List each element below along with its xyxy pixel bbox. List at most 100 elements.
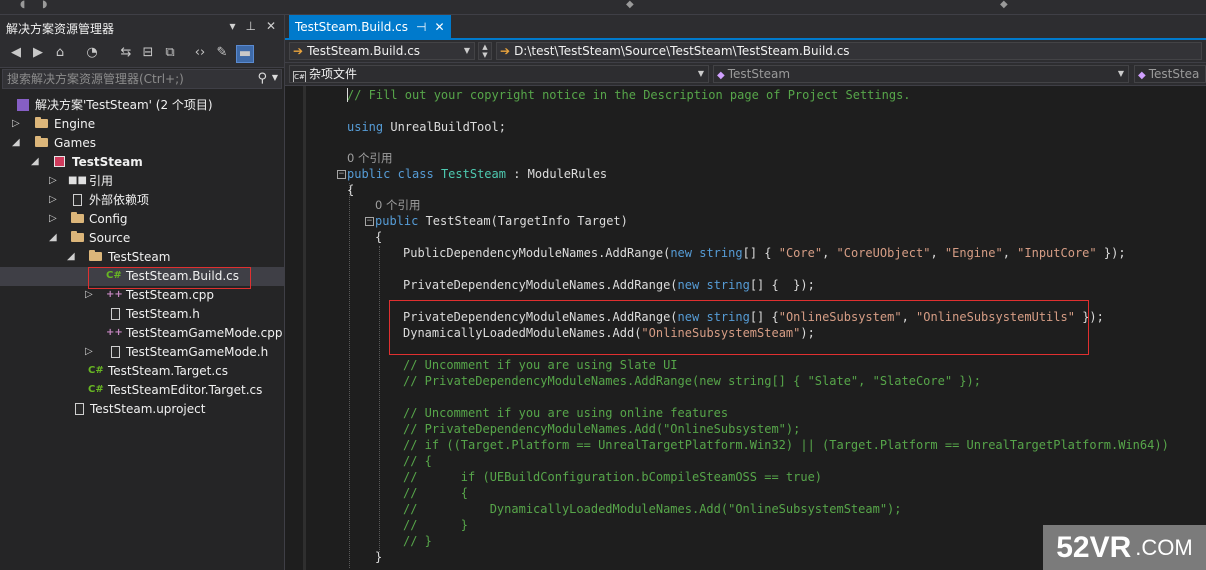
header-file-icon [108, 345, 123, 359]
close-icon[interactable]: ✕ [266, 19, 276, 35]
expand-icon[interactable]: ▷ [85, 345, 95, 359]
code-view-icon[interactable]: ‹› [192, 45, 208, 61]
toolbar-icon[interactable]: ◆ [626, 0, 640, 10]
tree-item-label: Games [54, 136, 96, 150]
change-indicator [303, 86, 306, 570]
chevron-down-icon: ▼ [1117, 69, 1124, 78]
tree-item-games[interactable]: ◢ Games [0, 134, 284, 153]
file-icon [72, 402, 87, 416]
expand-icon[interactable]: ▷ [12, 117, 22, 131]
header-file-icon [108, 307, 123, 321]
watermark: 52VR .COM [1043, 525, 1206, 570]
updown-spinner[interactable]: ▲ ▼ [478, 42, 492, 60]
tree-item-label: 外部依赖项 [89, 193, 150, 207]
navigation-bar: ➔ TestSteam.Build.cs ▼ ▲ ▼ ➔ D:\test\TestSt… [285, 40, 1206, 63]
class-combo-value: TestSteam [727, 67, 791, 81]
tree-item-solution[interactable]: 解决方案'TestSteam' (2 个项目) [0, 96, 284, 115]
search-icon[interactable]: ⚲ [257, 71, 267, 86]
tree-item-label: Config [89, 212, 128, 226]
solution-search-box: ⚲ ▼ [2, 69, 282, 89]
folder-icon [88, 250, 103, 264]
watermark-text: .COM [1135, 534, 1193, 560]
expand-icon[interactable]: ▷ [49, 193, 59, 207]
expand-icon[interactable]: ▷ [85, 288, 95, 302]
folder-icon [34, 136, 49, 150]
collapse-icon[interactable]: ◢ [67, 250, 77, 264]
collapse-all-icon[interactable]: ⊟ [140, 45, 156, 61]
text-cursor [347, 88, 348, 102]
expand-icon[interactable]: ▷ [49, 174, 59, 188]
history-icon[interactable]: ◔ [84, 45, 100, 61]
back-icon[interactable]: ◖ [20, 0, 34, 10]
tree-item-gamemode-cpp[interactable]: ++ TestSteamGameMode.cpp [0, 324, 284, 343]
tree-item-config[interactable]: ▷ Config [0, 210, 284, 229]
tree-item-label: TestSteamGameMode.h [126, 345, 269, 359]
forward-icon[interactable]: ◗ [42, 0, 56, 10]
collapse-icon[interactable]: ◢ [31, 155, 41, 169]
arrow-right-icon: ➔ [500, 44, 511, 58]
tree-item-source[interactable]: ◢ Source [0, 229, 284, 248]
home-icon[interactable]: ⌂ [52, 45, 68, 61]
close-icon[interactable]: ✕ [434, 20, 444, 34]
chevron-down-icon[interactable]: ▼ [272, 73, 278, 82]
tab-label: TestSteam.Build.cs [295, 19, 408, 34]
tree-item-label: TestSteamEditor.Target.cs [108, 383, 263, 397]
path-combo-value: D:\test\TestSteam\Source\TestSteam\TestS… [514, 44, 850, 58]
expand-icon[interactable]: ▷ [49, 212, 59, 226]
tree-item-engine[interactable]: ▷ Engine [0, 115, 284, 134]
member-bar: C# 杂项文件 ▼ ◆ TestSteam ▼ ◆ TestStea [285, 63, 1206, 86]
folder-icon [70, 212, 85, 226]
pin-icon[interactable]: ⊥ [245, 19, 255, 35]
external-deps-icon [70, 193, 85, 207]
forward-icon[interactable]: ▶ [30, 45, 46, 61]
class-combo[interactable]: ◆ TestSteam ▼ [713, 65, 1129, 83]
tree-item-teststeam-h[interactable]: TestSteam.h [0, 305, 284, 324]
file-combo-value: TestSteam.Build.cs [307, 44, 421, 58]
tree-item-target-cs[interactable]: C# TestSteam.Target.cs [0, 362, 284, 381]
project-icon [52, 155, 67, 169]
tree-item-label: TestSteam.h [126, 307, 200, 321]
tree-item-label: TestSteam [108, 250, 171, 264]
tree-item-references[interactable]: ▷ ■■ 引用 [0, 172, 284, 191]
tree-item-gamemode-h[interactable]: ▷ TestSteamGameMode.h [0, 343, 284, 362]
preview-icon[interactable]: ▬ [236, 45, 254, 63]
chevron-down-icon: ▼ [463, 46, 470, 55]
path-combo[interactable]: ➔ D:\test\TestSteam\Source\TestSteam\Test… [496, 42, 1202, 60]
solution-explorer-toolbar: ◀ ▶ ⌂ ◔ ⇆ ⊟ ⧉ ‹› ✎ ▬ [0, 39, 284, 68]
collapse-icon[interactable]: ◢ [49, 231, 59, 245]
tree-item-label: Source [89, 231, 131, 245]
csharp-file-icon: C# [88, 365, 104, 376]
tree-item-label: TestSteam [72, 155, 143, 169]
highlight-box [88, 267, 251, 289]
toolbar-icon[interactable]: ◆ [1000, 0, 1014, 10]
watermark-text: 52VR [1056, 530, 1132, 564]
tree-item-project-teststeam[interactable]: ◢ TestSteam [0, 153, 284, 172]
solution-icon [15, 98, 30, 112]
dropdown-icon[interactable]: ▾ [229, 19, 235, 35]
tab-build-cs[interactable]: TestSteam.Build.cs ⊣ ✕ [289, 15, 451, 38]
pin-icon[interactable]: ⊣ [416, 20, 426, 34]
back-icon[interactable]: ◀ [8, 45, 24, 61]
file-combo[interactable]: ➔ TestSteam.Build.cs ▼ [289, 42, 475, 60]
tree-item-label: 解决方案'TestSteam' (2 个项目) [35, 98, 213, 112]
tree-item-label: TestSteam.uproject [90, 402, 206, 416]
tree-item-external-deps[interactable]: ▷ 外部依赖项 [0, 191, 284, 210]
scope-combo[interactable]: C# 杂项文件 ▼ [289, 65, 709, 83]
sync-icon[interactable]: ⇆ [118, 45, 134, 61]
properties-icon[interactable]: ✎ [214, 45, 230, 61]
folder-icon [34, 117, 49, 131]
tree-item-editor-target-cs[interactable]: C# TestSteamEditor.Target.cs [0, 381, 284, 400]
tree-item-label: TestSteamGameMode.cpp [126, 326, 283, 340]
tree-item-uproject[interactable]: TestSteam.uproject [0, 400, 284, 419]
scope-combo-value: 杂项文件 [309, 67, 358, 81]
member-combo[interactable]: ◆ TestStea [1134, 65, 1206, 83]
search-input[interactable] [7, 71, 247, 87]
show-all-files-icon[interactable]: ⧉ [162, 45, 178, 61]
main-toolbar: ◖ ◗ ◆ ◆ [0, 0, 1206, 15]
collapse-icon[interactable]: ◢ [12, 136, 22, 150]
solution-explorer-header: 解决方案资源管理器 ▾ ⊥ ✕ [0, 15, 284, 39]
code-editor: TestSteam.Build.cs ⊣ ✕ ➔ TestSteam.Build.… [285, 15, 1206, 570]
tree-item-teststeam-folder[interactable]: ◢ TestSteam [0, 248, 284, 267]
tree-item-label: Engine [54, 117, 96, 131]
folder-icon [70, 231, 85, 245]
